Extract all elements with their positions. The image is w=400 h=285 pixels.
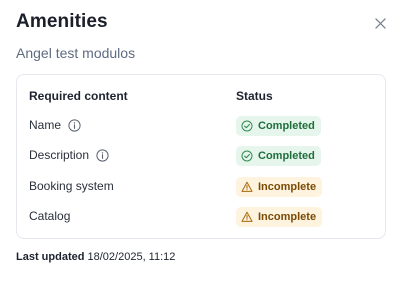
status-badge: Completed [236, 116, 321, 136]
table-row: Description Completed [17, 146, 385, 166]
status-text: Completed [258, 150, 315, 162]
status-text: Incomplete [258, 211, 317, 223]
dialog-title: Amenities [16, 11, 108, 32]
status-badge: Incomplete [236, 177, 323, 197]
check-circle-icon [241, 150, 253, 162]
close-button[interactable] [373, 16, 388, 31]
table-row: Booking system Incomplete [17, 177, 385, 197]
status-badge: Completed [236, 146, 321, 166]
row-label-container: Description [29, 148, 109, 162]
requirements-card: Required content Status Name Completed D… [16, 74, 386, 239]
row-label-container: Booking system [29, 179, 114, 193]
row-label: Booking system [29, 179, 114, 193]
last-updated: Last updated 18/02/2025, 11:12 [16, 251, 175, 263]
last-updated-timestamp: 18/02/2025, 11:12 [87, 251, 176, 263]
table-row: Catalog Incomplete [17, 207, 385, 227]
dialog-subtitle: Angel test modulos [16, 45, 136, 61]
row-label: Catalog [29, 209, 71, 223]
row-label-container: Catalog [29, 209, 70, 223]
last-updated-label: Last updated [16, 251, 85, 263]
status-text: Completed [258, 120, 315, 132]
column-header-status: Status [236, 89, 273, 103]
row-label: Description [29, 148, 90, 162]
status-text: Incomplete [258, 181, 317, 193]
close-icon [375, 18, 386, 29]
row-label: Name [29, 118, 62, 132]
check-circle-icon [241, 120, 253, 132]
info-icon[interactable] [68, 118, 81, 132]
warning-triangle-icon [241, 211, 253, 223]
amenities-dialog: Amenities Angel test modulos Required co… [0, 0, 400, 285]
info-icon[interactable] [96, 148, 109, 162]
status-badge: Incomplete [236, 207, 323, 227]
warning-triangle-icon [241, 181, 253, 193]
column-header-required-content: Required content [29, 89, 128, 103]
table-row: Name Completed [17, 116, 385, 136]
row-label-container: Name [29, 118, 81, 132]
